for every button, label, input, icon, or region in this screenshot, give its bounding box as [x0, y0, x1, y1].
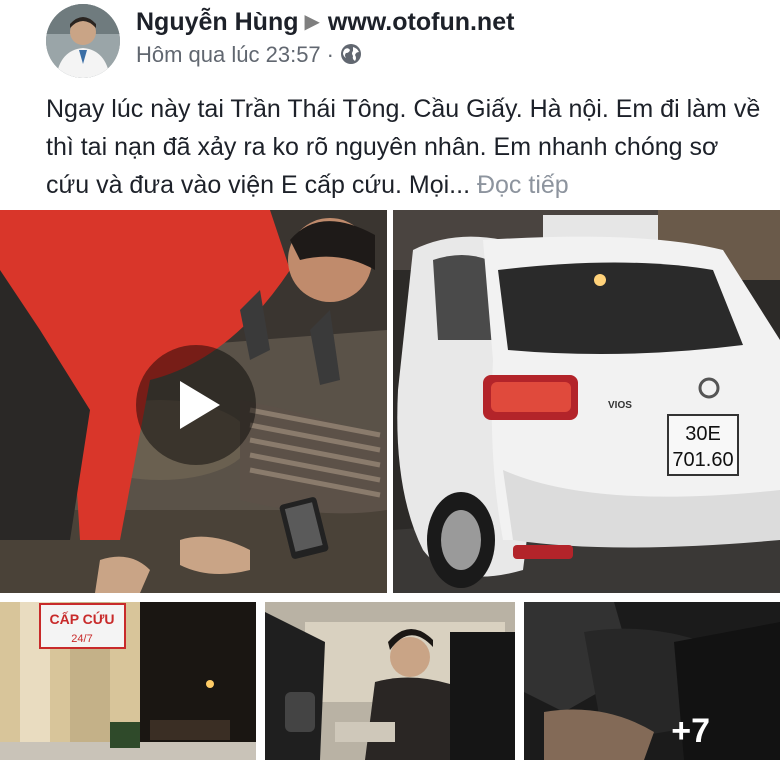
globe-icon[interactable]	[340, 43, 362, 71]
shared-to-arrow-icon: ▶	[304, 11, 320, 33]
author-name[interactable]: Nguyễn Hùng	[136, 8, 299, 36]
plate-line2: 701.60	[672, 449, 733, 471]
see-more-link[interactable]: Đọc tiếp	[477, 171, 569, 199]
more-photos-count[interactable]: +7	[671, 712, 710, 751]
post-body: Ngay lúc này tai Trần Thái Tông. Cầu Giấ…	[46, 95, 761, 199]
photo-car[interactable]: VIOS 30E 701.60	[393, 210, 780, 593]
author-line: Nguyễn Hùng ▶ www.otofun.net	[136, 8, 514, 37]
plate-line1: 30E	[685, 423, 721, 445]
play-icon	[180, 381, 220, 429]
car-badge-text: VIOS	[608, 400, 632, 411]
author-avatar[interactable]	[46, 4, 120, 78]
post-meta: Hôm qua lúc 23:57 ·	[136, 42, 362, 71]
photo-more[interactable]	[524, 602, 780, 760]
photo-car-interior[interactable]	[265, 602, 515, 760]
post-text: Ngay lúc này tai Trần Thái Tông. Cầu Giấ…	[46, 90, 761, 204]
post-timestamp[interactable]: Hôm qua lúc 23:57	[136, 42, 321, 67]
sign-text: CẤP CỨU	[49, 610, 114, 627]
sign-sub-text: 24/7	[71, 633, 92, 645]
post-header: Nguyễn Hùng ▶ www.otofun.net Hôm qua lúc 2…	[0, 0, 780, 78]
group-name[interactable]: www.otofun.net	[328, 8, 515, 36]
play-button[interactable]	[136, 345, 256, 465]
photo-street[interactable]: CẤP CỨU 24/7	[0, 602, 256, 760]
meta-separator: ·	[326, 42, 334, 67]
